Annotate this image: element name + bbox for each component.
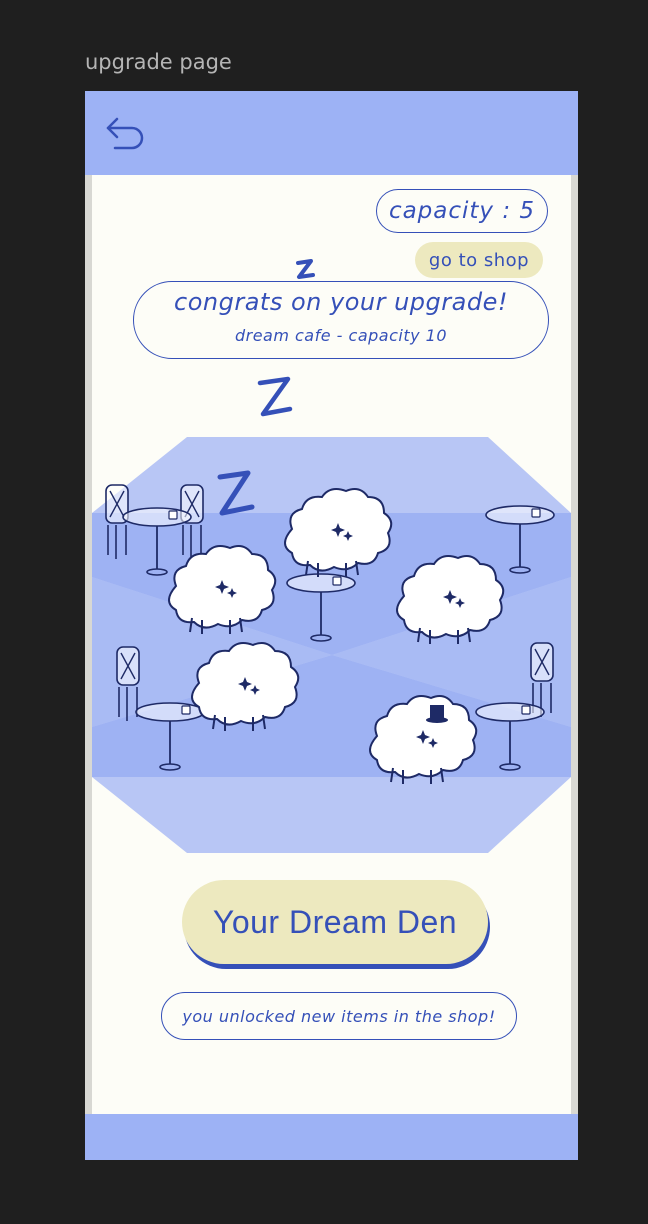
back-arrow-icon[interactable] (103, 113, 149, 153)
unlock-message: you unlocked new items in the shop! (161, 992, 517, 1040)
top-bar (85, 91, 578, 175)
screen-edge-right (571, 175, 578, 1114)
capacity-badge: capacity : 5 (376, 189, 548, 233)
screen-edge-left (85, 175, 92, 1114)
your-dream-den-button[interactable]: Your Dream Den (182, 880, 488, 964)
upgrade-screen: capacity : 5 go to shop congrats on your… (85, 91, 578, 1160)
dream-cafe-illustration (92, 437, 571, 853)
congrats-title: congrats on your upgrade! (174, 288, 508, 316)
bottom-bar (85, 1114, 578, 1160)
go-to-shop-button[interactable]: go to shop (415, 242, 543, 278)
congrats-banner: congrats on your upgrade! dream cafe - c… (133, 281, 549, 359)
frame-label: upgrade page (85, 50, 232, 74)
congrats-subtitle: dream cafe - capacity 10 (234, 326, 448, 345)
